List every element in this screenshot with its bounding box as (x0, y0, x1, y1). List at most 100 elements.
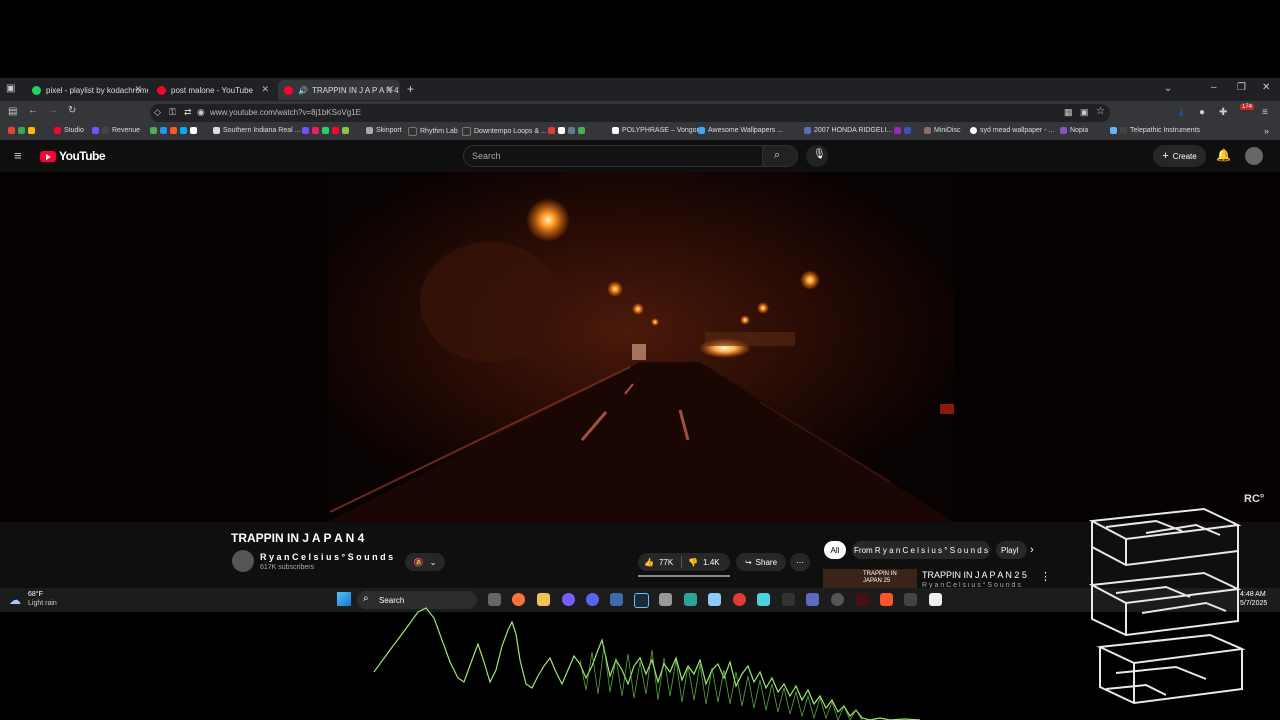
subscriber-count: 617K subscribers (260, 564, 315, 571)
chip-all[interactable]: All (824, 541, 846, 559)
tab-label: pixel - playlist by kodachrome!! (46, 85, 148, 95)
back-icon[interactable]: ← (28, 105, 38, 116)
video-title: TRAPPIN IN J A P A N 4 (231, 531, 365, 545)
bell-off-icon: 🔕 (413, 557, 424, 567)
forward-icon[interactable]: → (48, 105, 58, 116)
bookmark-group[interactable] (150, 127, 200, 134)
bookmark-star-icon[interactable]: ☆ (1096, 106, 1105, 117)
youtube-icon (157, 85, 166, 95)
window-close-icon[interactable]: ✕ (1262, 82, 1270, 93)
menu-icon[interactable]: ≡ (1262, 107, 1268, 118)
minimize-icon[interactable]: – (1211, 82, 1217, 93)
bookmark-nopia[interactable]: Nopia (1060, 127, 1088, 134)
recommendation-thumbnail[interactable]: TRAPPIN IN JAPAN 25 (823, 569, 917, 588)
weather-description[interactable]: Light rain (28, 600, 57, 607)
close-icon[interactable]: ✕ (134, 84, 142, 95)
bookmark-apps[interactable] (8, 127, 38, 134)
tab-spotify-playlist[interactable]: pixel - playlist by kodachrome!! ✕ (26, 80, 148, 100)
start-button[interactable] (337, 592, 351, 606)
video-frame (0, 172, 1280, 522)
more-bookmarks-icon[interactable]: » (1264, 126, 1269, 136)
bookmark-awesome-wallpapers[interactable]: Awesome Wallpapers ... (698, 127, 783, 134)
tab-trappin-japan-active[interactable]: 🔊 TRAPPIN IN J A P A N 4 ✕ (278, 80, 400, 100)
tab-label: post malone - YouTube (171, 85, 253, 95)
thumbnail-text: TRAPPIN IN JAPAN 25 (863, 571, 897, 584)
notifications-bell-icon[interactable]: 🔔 (1216, 148, 1231, 162)
translate-icon[interactable]: ▦ (1064, 107, 1073, 118)
youtube-play-icon (40, 150, 56, 162)
bookmark-telepathic[interactable]: Telepathic Instruments (1110, 127, 1200, 134)
create-button[interactable]: + Create (1153, 145, 1206, 167)
channel-avatar[interactable] (232, 550, 254, 572)
bookmark-studio[interactable]: Studio (54, 127, 84, 134)
chevron-right-icon[interactable]: › (1030, 544, 1034, 556)
hamburger-menu-icon[interactable]: ≡ (14, 148, 22, 163)
extensions-icon[interactable]: ✚ (1219, 107, 1227, 118)
bookmark-revenue[interactable]: Revenue (92, 127, 140, 134)
browser-tab-strip: ▣ pixel - playlist by kodachrome!! ✕ pos… (0, 78, 1280, 101)
share-icon: ↪ (744, 557, 752, 567)
bookmark-honda[interactable]: 2007 HONDA RIDGELI... (804, 127, 892, 134)
bookmark-skinport[interactable]: Skinport (366, 127, 402, 134)
bookmark-group-2[interactable] (302, 127, 352, 134)
bookmark-downtempo[interactable]: Downtempo Loops & ... (462, 127, 547, 136)
recommendation-title[interactable]: TRAPPIN IN J A P A N 2 5 (922, 570, 1027, 580)
bookmark-rhythm-lab[interactable]: Rhythm Lab (408, 127, 458, 136)
channel-name[interactable]: R y a n C e l s i u s ° S o u n d s (260, 552, 393, 562)
bookmark-group-3[interactable] (548, 127, 588, 134)
bookmark-group-4[interactable] (894, 127, 914, 134)
bookmark-southern-indiana[interactable]: Southern Indiana Real ... (213, 127, 300, 134)
site-settings-icon[interactable]: ⇄ (184, 107, 192, 118)
like-count[interactable]: 77K (659, 558, 673, 567)
video-player[interactable] (0, 172, 1280, 522)
dislike-icon[interactable]: 👎 (688, 558, 698, 567)
like-dislike-group: 👍 77K 👎 1.4K (638, 553, 730, 571)
weather-temp[interactable]: 68°F (28, 591, 43, 598)
youtube-wordmark: YouTube (59, 149, 106, 163)
tab-search-icon[interactable]: ⌄ (1164, 83, 1172, 94)
chip-from-channel[interactable]: From R y a n C e l s i u s ° S o u n d s (852, 541, 990, 559)
search-button[interactable]: ⌕ (762, 145, 798, 167)
tab-actions-icon[interactable]: ▣ (6, 83, 15, 94)
bookmark-syd-mead[interactable]: syd mead wallpaper - ... (970, 127, 1054, 134)
wireframe-cube-graphic (1088, 507, 1246, 705)
download-icon[interactable]: ⤓ (1179, 107, 1183, 118)
more-icon: ⋯ (796, 557, 804, 567)
divider (681, 556, 683, 568)
close-icon[interactable]: ✕ (386, 84, 394, 95)
tab-post-malone[interactable]: post malone - YouTube ✕ (151, 80, 275, 100)
app-icon[interactable] (929, 593, 942, 606)
tracking-icon[interactable]: ◉ (197, 107, 205, 118)
close-icon[interactable]: ✕ (261, 84, 269, 95)
chip-playlists[interactable]: Playl (996, 541, 1027, 559)
search-input[interactable]: Search (463, 145, 763, 167)
address-bar[interactable]: ◇ ⚿ ⇄ ◉ www.youtube.com/watch?v=8j1bKSoV… (150, 104, 1110, 122)
sidebar-icon[interactable]: ▤ (8, 106, 17, 117)
account-icon[interactable]: ● (1199, 107, 1205, 118)
spotify-icon (32, 85, 41, 95)
reader-icon[interactable]: ▣ (1080, 107, 1089, 118)
audio-waveform-visualizer (373, 607, 920, 720)
like-ratio-bar (638, 575, 730, 577)
bookmark-minidisc[interactable]: MiniDisc (924, 127, 960, 134)
plus-icon: + (1162, 150, 1169, 162)
lock-icon[interactable]: ⚿ (169, 107, 176, 118)
new-tab-icon[interactable]: + (407, 82, 414, 96)
extension-badge[interactable]: 174 (1240, 104, 1255, 110)
voice-search-button[interactable]: 🎙 (806, 145, 828, 167)
shield-icon[interactable]: ◇ (154, 107, 161, 118)
subscribed-notifications-button[interactable]: 🔕 ⌄ (405, 553, 445, 571)
dislike-count[interactable]: 1.4K (703, 558, 719, 567)
maximize-icon[interactable]: ❐ (1237, 82, 1246, 93)
reload-icon[interactable]: ↻ (68, 105, 76, 116)
audio-playing-icon[interactable]: 🔊 (298, 86, 308, 95)
url-text[interactable]: www.youtube.com/watch?v=8j1bKSoVg1E (210, 108, 361, 117)
more-actions-button[interactable]: ⋯ (790, 553, 810, 571)
avatar[interactable] (1245, 147, 1263, 165)
recommendation-menu-icon[interactable]: ⋮ (1040, 570, 1051, 583)
bookmark-polyphrase[interactable]: POLYPHRASE – Vongon (612, 127, 700, 134)
like-icon[interactable]: 👍 (644, 558, 654, 567)
youtube-logo[interactable]: YouTube (40, 149, 106, 163)
share-button[interactable]: ↪ Share (736, 553, 786, 571)
youtube-icon (284, 85, 293, 95)
